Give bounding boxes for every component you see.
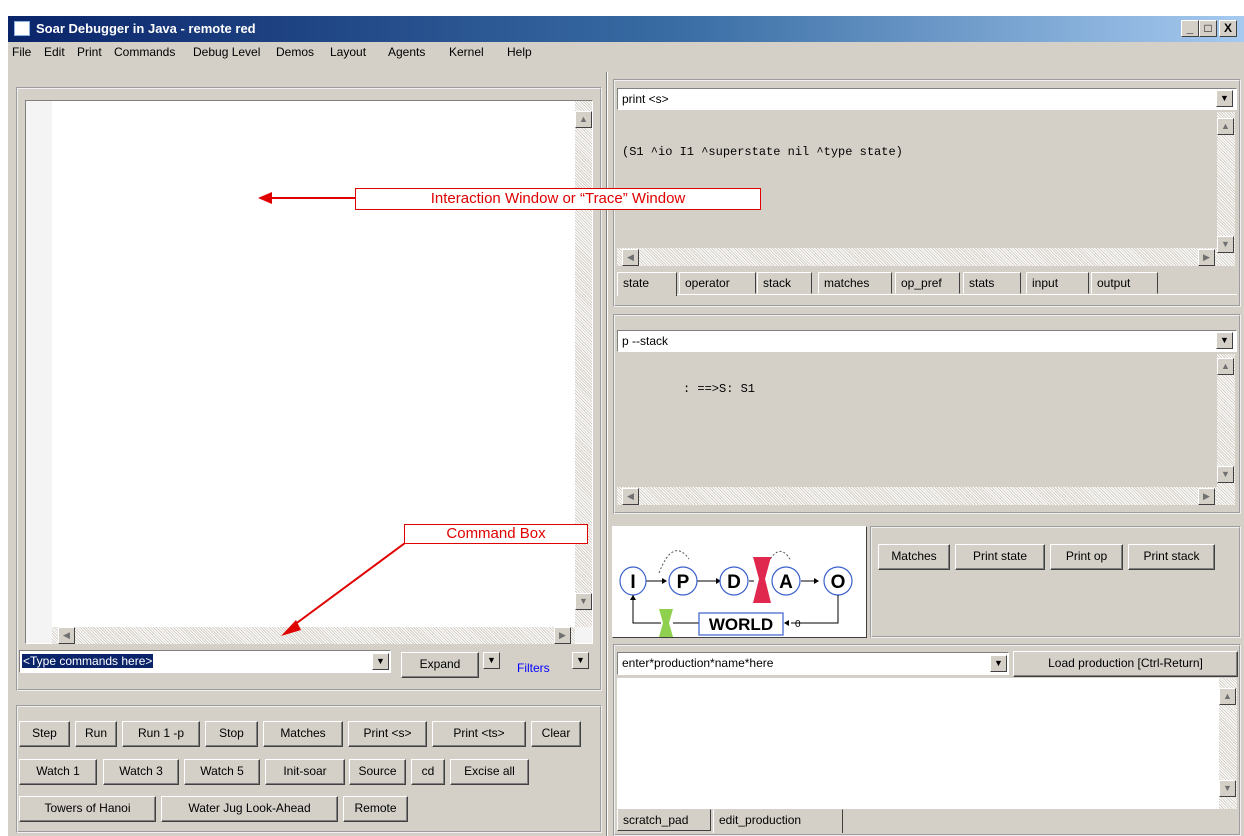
command-box-annotation: Command Box bbox=[404, 524, 588, 544]
annotation-arrows bbox=[258, 192, 406, 636]
trace-window-annotation: Interaction Window or “Trace” Window bbox=[355, 188, 761, 210]
